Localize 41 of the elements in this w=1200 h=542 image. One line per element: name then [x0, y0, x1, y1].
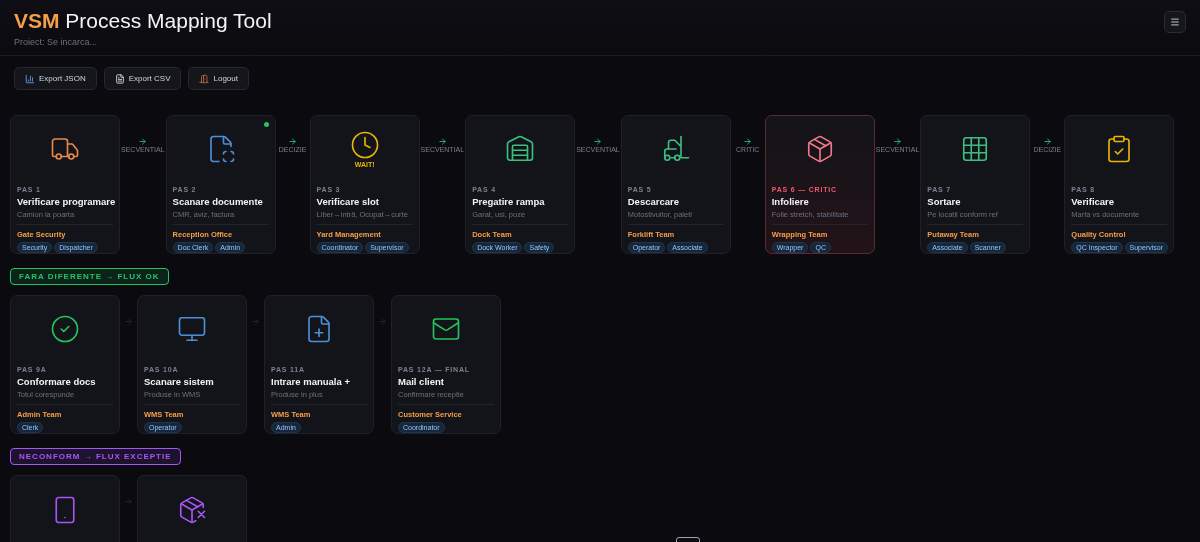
package-x-icon [177, 495, 207, 525]
toolbar-button[interactable]: Logout [188, 67, 249, 90]
section-label: FARA DIFERENTE → FLUX OK [10, 268, 169, 285]
step-title: Conformare docs [17, 376, 97, 387]
clock-icon [349, 130, 380, 160]
section-label: NECONFORM → FLUX EXCEPTIE [10, 448, 181, 465]
step-card[interactable] [137, 475, 247, 542]
toolbar-button[interactable]: Export JSON [14, 67, 97, 90]
arrow-icon [138, 137, 148, 146]
arrow-icon [251, 317, 260, 326]
step-title: Verificare programare [17, 196, 113, 207]
step-title: Pregatire rampa [472, 196, 546, 207]
chart-icon [25, 73, 35, 84]
menu-button[interactable] [1164, 11, 1186, 33]
arrow-icon [124, 317, 133, 326]
app-title: VSM Process Mapping Tool [14, 9, 272, 33]
step-title: Infoliere [771, 196, 810, 207]
document-icon [114, 73, 125, 84]
arrow-icon [593, 137, 603, 146]
step-title: Verificare [1071, 196, 1116, 207]
arrow-icon [124, 497, 133, 506]
step-title: Mail client [398, 376, 445, 387]
warehouse-icon [505, 134, 536, 164]
arrow-icon [288, 137, 298, 146]
arrow-icon [893, 137, 902, 146]
step-title: Sortare [927, 196, 962, 207]
step-title: Verificare slot [316, 196, 380, 207]
menu-icon [1170, 17, 1180, 27]
arrow-icon [743, 137, 753, 146]
monitor-icon [177, 314, 207, 344]
step-title: Scanare sistem [144, 376, 215, 387]
project-subtitle: Proiect: Se incarca... [14, 37, 99, 47]
step-title: Scanare documente [172, 196, 264, 207]
arrow-icon [378, 317, 387, 326]
arrow-icon [437, 137, 447, 146]
toolbar-button[interactable]: Export CSV [103, 67, 182, 90]
arrow-icon [1042, 137, 1052, 146]
door-icon [199, 73, 210, 84]
step-title: Intrare manuala + [271, 376, 351, 387]
check-circle-icon [50, 314, 80, 344]
step-title: Descarcare [627, 196, 680, 207]
